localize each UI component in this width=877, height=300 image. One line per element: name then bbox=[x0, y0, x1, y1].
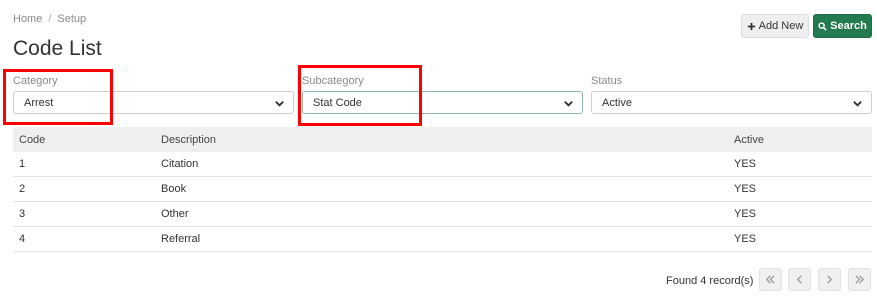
table-row[interactable]: 2 Book YES bbox=[13, 177, 872, 202]
breadcrumb-separator: / bbox=[48, 13, 52, 25]
column-header-code[interactable]: Code bbox=[13, 134, 155, 146]
search-icon bbox=[818, 21, 827, 31]
cell-active: YES bbox=[734, 183, 757, 195]
page-title: Code List bbox=[13, 37, 102, 60]
category-highlight-box bbox=[3, 69, 113, 125]
cell-code: 1 bbox=[19, 158, 26, 170]
status-label: Status bbox=[591, 75, 623, 87]
cell-code: 4 bbox=[19, 233, 26, 245]
last-page-button[interactable] bbox=[848, 268, 871, 291]
cell-active: YES bbox=[734, 158, 757, 170]
search-button[interactable]: Search bbox=[813, 14, 872, 38]
table-row[interactable]: 4 Referral YES bbox=[13, 227, 872, 252]
cell-description: Citation bbox=[161, 158, 199, 170]
first-page-button[interactable] bbox=[759, 268, 782, 291]
breadcrumb: Home / Setup bbox=[13, 13, 86, 25]
column-header-active[interactable]: Active bbox=[728, 134, 872, 146]
cell-description: Book bbox=[161, 183, 187, 195]
table-header: Code Description Active bbox=[13, 127, 872, 152]
cell-description: Other bbox=[161, 208, 189, 220]
cell-code: 2 bbox=[19, 183, 26, 195]
table-row[interactable]: 1 Citation YES bbox=[13, 152, 872, 177]
double-chevron-right-icon bbox=[855, 275, 865, 284]
chevron-left-icon bbox=[796, 275, 802, 284]
search-label: Search bbox=[830, 20, 867, 32]
add-new-button[interactable]: Add New bbox=[741, 14, 809, 38]
cell-description: Referral bbox=[161, 233, 201, 245]
chevron-down-icon bbox=[275, 101, 284, 107]
previous-page-button[interactable] bbox=[788, 268, 811, 291]
code-table: Code Description Active 1 Citation YES 2… bbox=[13, 127, 872, 252]
cell-active: YES bbox=[734, 233, 757, 245]
record-count: Found 4 record(s) bbox=[666, 275, 754, 287]
chevron-right-icon bbox=[827, 275, 833, 284]
breadcrumb-current: Setup bbox=[57, 13, 87, 25]
cell-code: 3 bbox=[19, 208, 26, 220]
status-value: Active bbox=[602, 96, 632, 109]
chevron-down-icon bbox=[564, 101, 573, 107]
double-chevron-left-icon bbox=[765, 275, 775, 284]
column-header-description[interactable]: Description bbox=[155, 134, 728, 146]
table-row[interactable]: 3 Other YES bbox=[13, 202, 872, 227]
chevron-down-icon bbox=[853, 101, 862, 107]
status-select[interactable]: Active bbox=[591, 91, 872, 114]
cell-active: YES bbox=[734, 208, 757, 220]
subcategory-highlight-box bbox=[298, 65, 422, 126]
breadcrumb-home-link[interactable]: Home bbox=[13, 13, 42, 25]
next-page-button[interactable] bbox=[818, 268, 841, 291]
plus-icon bbox=[747, 22, 755, 30]
add-new-label: Add New bbox=[758, 20, 804, 32]
